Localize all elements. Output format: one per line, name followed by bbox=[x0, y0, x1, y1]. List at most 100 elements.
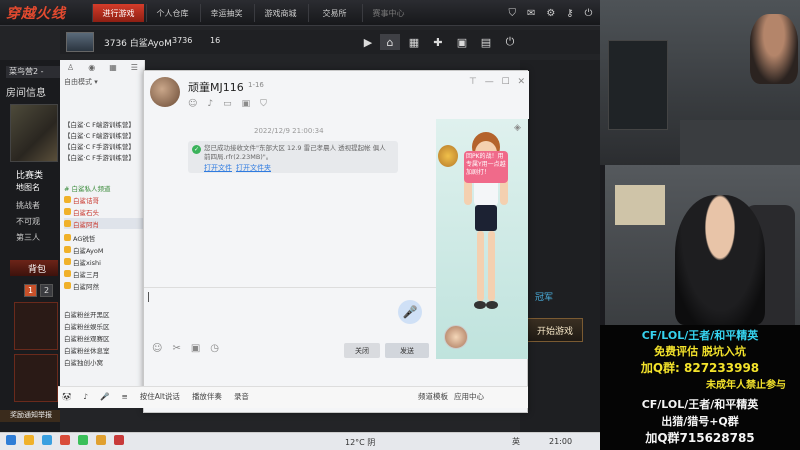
bag-tab[interactable]: 背包 bbox=[10, 260, 58, 276]
tab-events[interactable]: 赛事中心 bbox=[362, 4, 414, 22]
list-item[interactable]: 白鲨AyoM bbox=[64, 244, 144, 255]
folder-icon[interactable] bbox=[24, 435, 34, 445]
close-icon[interactable]: ✕ bbox=[517, 77, 525, 87]
scissors-icon[interactable]: ✂ bbox=[172, 343, 180, 354]
video-icon[interactable]: ▶ bbox=[358, 34, 378, 50]
accompany-toggle[interactable]: 播放伴奏 bbox=[192, 391, 222, 402]
channel-template-button[interactable]: 频道模板 bbox=[418, 391, 448, 402]
mic-button[interactable]: 🎤 bbox=[398, 300, 422, 324]
list-item[interactable]: 【白鲨·C F手游训练营】 bbox=[64, 140, 144, 151]
list-item[interactable]: 白鲨诘哥 bbox=[64, 194, 144, 205]
grid-icon[interactable]: ▦ bbox=[404, 34, 424, 50]
list-item[interactable]: 白鲨阿肖 bbox=[64, 218, 144, 229]
location-icon[interactable]: ◉ bbox=[88, 63, 95, 72]
pin-icon[interactable]: ⊤ bbox=[469, 77, 477, 87]
list-item-label: AG锐哲 bbox=[73, 234, 96, 243]
open-folder-link[interactable]: 打开文件夹 bbox=[236, 163, 271, 173]
image-icon[interactable]: ▣ bbox=[191, 343, 200, 354]
mode-select[interactable]: 自由模式 ▾ bbox=[64, 77, 98, 87]
video-icon[interactable]: ▭ bbox=[223, 99, 232, 109]
page-1[interactable]: 1 bbox=[24, 284, 37, 297]
list-item[interactable]: 白鲨石头 bbox=[64, 206, 144, 217]
list-item[interactable]: 【白鲨·C F端游训练营】 bbox=[64, 118, 144, 129]
record-toggle[interactable]: 录音 bbox=[234, 391, 249, 402]
gamepad-icon[interactable]: ✚ bbox=[428, 34, 448, 50]
app-icon[interactable] bbox=[60, 435, 70, 445]
start-game-button[interactable]: 开始游戏 bbox=[527, 318, 583, 342]
speaker-icon[interactable]: ♪ bbox=[83, 392, 88, 401]
status-right: 频道模板 应用中心 bbox=[418, 391, 484, 402]
user-icon[interactable]: ♙ bbox=[67, 63, 74, 72]
mic-icon[interactable]: 🎤 bbox=[100, 392, 109, 401]
item-slot[interactable] bbox=[14, 354, 58, 402]
tab-exchange[interactable]: 交易所 bbox=[308, 4, 360, 22]
open-file-link[interactable]: 打开文件 bbox=[204, 163, 232, 173]
window-controls: ⛉ ✉ ⚙ ⚷ ⏻ bbox=[503, 3, 598, 23]
tab-shop[interactable]: 游戏商城 bbox=[254, 4, 306, 22]
webcam-top bbox=[600, 0, 800, 165]
panda-icon[interactable]: 🐼 bbox=[62, 392, 71, 401]
message-input[interactable]: 🎤 bbox=[144, 288, 436, 338]
mail-icon[interactable]: ✉ bbox=[527, 8, 535, 19]
list-item[interactable]: 白鲨粉丝开黑区 bbox=[64, 308, 144, 319]
avatar[interactable] bbox=[66, 32, 94, 52]
webcam-main bbox=[605, 165, 800, 325]
list-item[interactable]: 白鲨xishi bbox=[64, 256, 144, 267]
push-to-talk-toggle[interactable]: 按住Alt说话 bbox=[140, 391, 180, 402]
emoji-icon[interactable]: ☺ bbox=[188, 99, 197, 109]
match-type-label: 比赛类 bbox=[16, 171, 44, 181]
windows-start-icon[interactable] bbox=[6, 435, 16, 445]
power-icon[interactable]: ⏻ bbox=[585, 8, 593, 19]
list-item[interactable]: 【白鲨·C F端游训练营】 bbox=[64, 129, 144, 140]
minimize-icon[interactable]: — bbox=[485, 77, 494, 87]
clock[interactable]: 21:00 bbox=[549, 437, 572, 446]
list-item[interactable]: 白鲨粉丝观赛区 bbox=[64, 332, 144, 343]
power-small-icon[interactable]: ⏻ bbox=[500, 34, 520, 50]
list-item[interactable]: 白鲨三月 bbox=[64, 268, 144, 279]
list-item[interactable]: # 白鲨私人频道 bbox=[64, 182, 144, 193]
ad-line: CF/LOL/王者/和平精英 bbox=[641, 398, 759, 411]
voice-icon[interactable]: ♪ bbox=[207, 99, 213, 109]
key-icon[interactable]: ⚷ bbox=[566, 8, 573, 19]
contact-avatar[interactable] bbox=[150, 77, 180, 107]
smile-icon[interactable]: ☺ bbox=[152, 343, 162, 354]
tab-play[interactable]: 进行游戏 bbox=[92, 4, 144, 22]
page-2[interactable]: 2 bbox=[40, 284, 53, 297]
list-item[interactable]: 白鲨粉丝休息室 bbox=[64, 344, 144, 355]
list-item[interactable]: 白鲨阿然 bbox=[64, 280, 144, 291]
gear-icon[interactable]: ⚙ bbox=[546, 8, 555, 19]
list-item[interactable]: 白鲨粉丝娱乐区 bbox=[64, 320, 144, 331]
channel-label[interactable]: 菜鸟营2 - bbox=[6, 66, 60, 78]
tab-inventory[interactable]: 个人仓库 bbox=[146, 4, 198, 22]
eq-icon[interactable]: ≡ bbox=[121, 392, 127, 401]
input-method[interactable]: 英 bbox=[512, 436, 520, 447]
clock-icon[interactable]: ◷ bbox=[210, 343, 219, 354]
shield-icon[interactable]: ⛉ bbox=[508, 8, 516, 19]
report-bar[interactable]: 奖励通知举报 bbox=[0, 410, 60, 422]
background-monitor bbox=[608, 40, 668, 130]
maximize-icon[interactable]: ☐ bbox=[502, 77, 510, 87]
game-icon[interactable] bbox=[96, 435, 106, 445]
close-button[interactable]: 关闭 bbox=[344, 343, 380, 358]
mini-avatar[interactable] bbox=[444, 325, 468, 349]
send-button[interactable]: 发送 bbox=[385, 343, 429, 358]
list-item[interactable]: AG锐哲 bbox=[64, 232, 144, 243]
app-center-button[interactable]: 应用中心 bbox=[454, 391, 484, 402]
tab-lottery[interactable]: 幸运抽奖 bbox=[200, 4, 252, 22]
grid-icon[interactable]: ▦ bbox=[109, 63, 117, 72]
edge-icon[interactable] bbox=[42, 435, 52, 445]
item-slot[interactable] bbox=[14, 302, 58, 350]
screen-icon[interactable]: ▣ bbox=[242, 99, 251, 109]
weather-text[interactable]: 12°C 阴 bbox=[345, 437, 375, 448]
list-item[interactable]: 白鲨独创小窝 bbox=[64, 356, 144, 367]
chart-icon[interactable]: ▤ bbox=[476, 34, 496, 50]
home-icon[interactable]: ⌂ bbox=[380, 34, 400, 50]
chrome-icon[interactable] bbox=[78, 435, 88, 445]
list-item[interactable]: 【白鲨·C F手游训练营】 bbox=[64, 151, 144, 162]
cf-icon[interactable] bbox=[114, 435, 124, 445]
settings-icon[interactable]: ◈ bbox=[514, 123, 521, 133]
stream-ad-overlay: CF/LOL/王者/和平精英 免费评估 脱坑入坑 加Q群: 827233998 … bbox=[600, 325, 800, 450]
shield-icon[interactable]: ⛉ bbox=[260, 99, 267, 109]
image-icon[interactable]: ▣ bbox=[452, 34, 472, 50]
chat-icon[interactable]: ☰ bbox=[131, 63, 138, 72]
